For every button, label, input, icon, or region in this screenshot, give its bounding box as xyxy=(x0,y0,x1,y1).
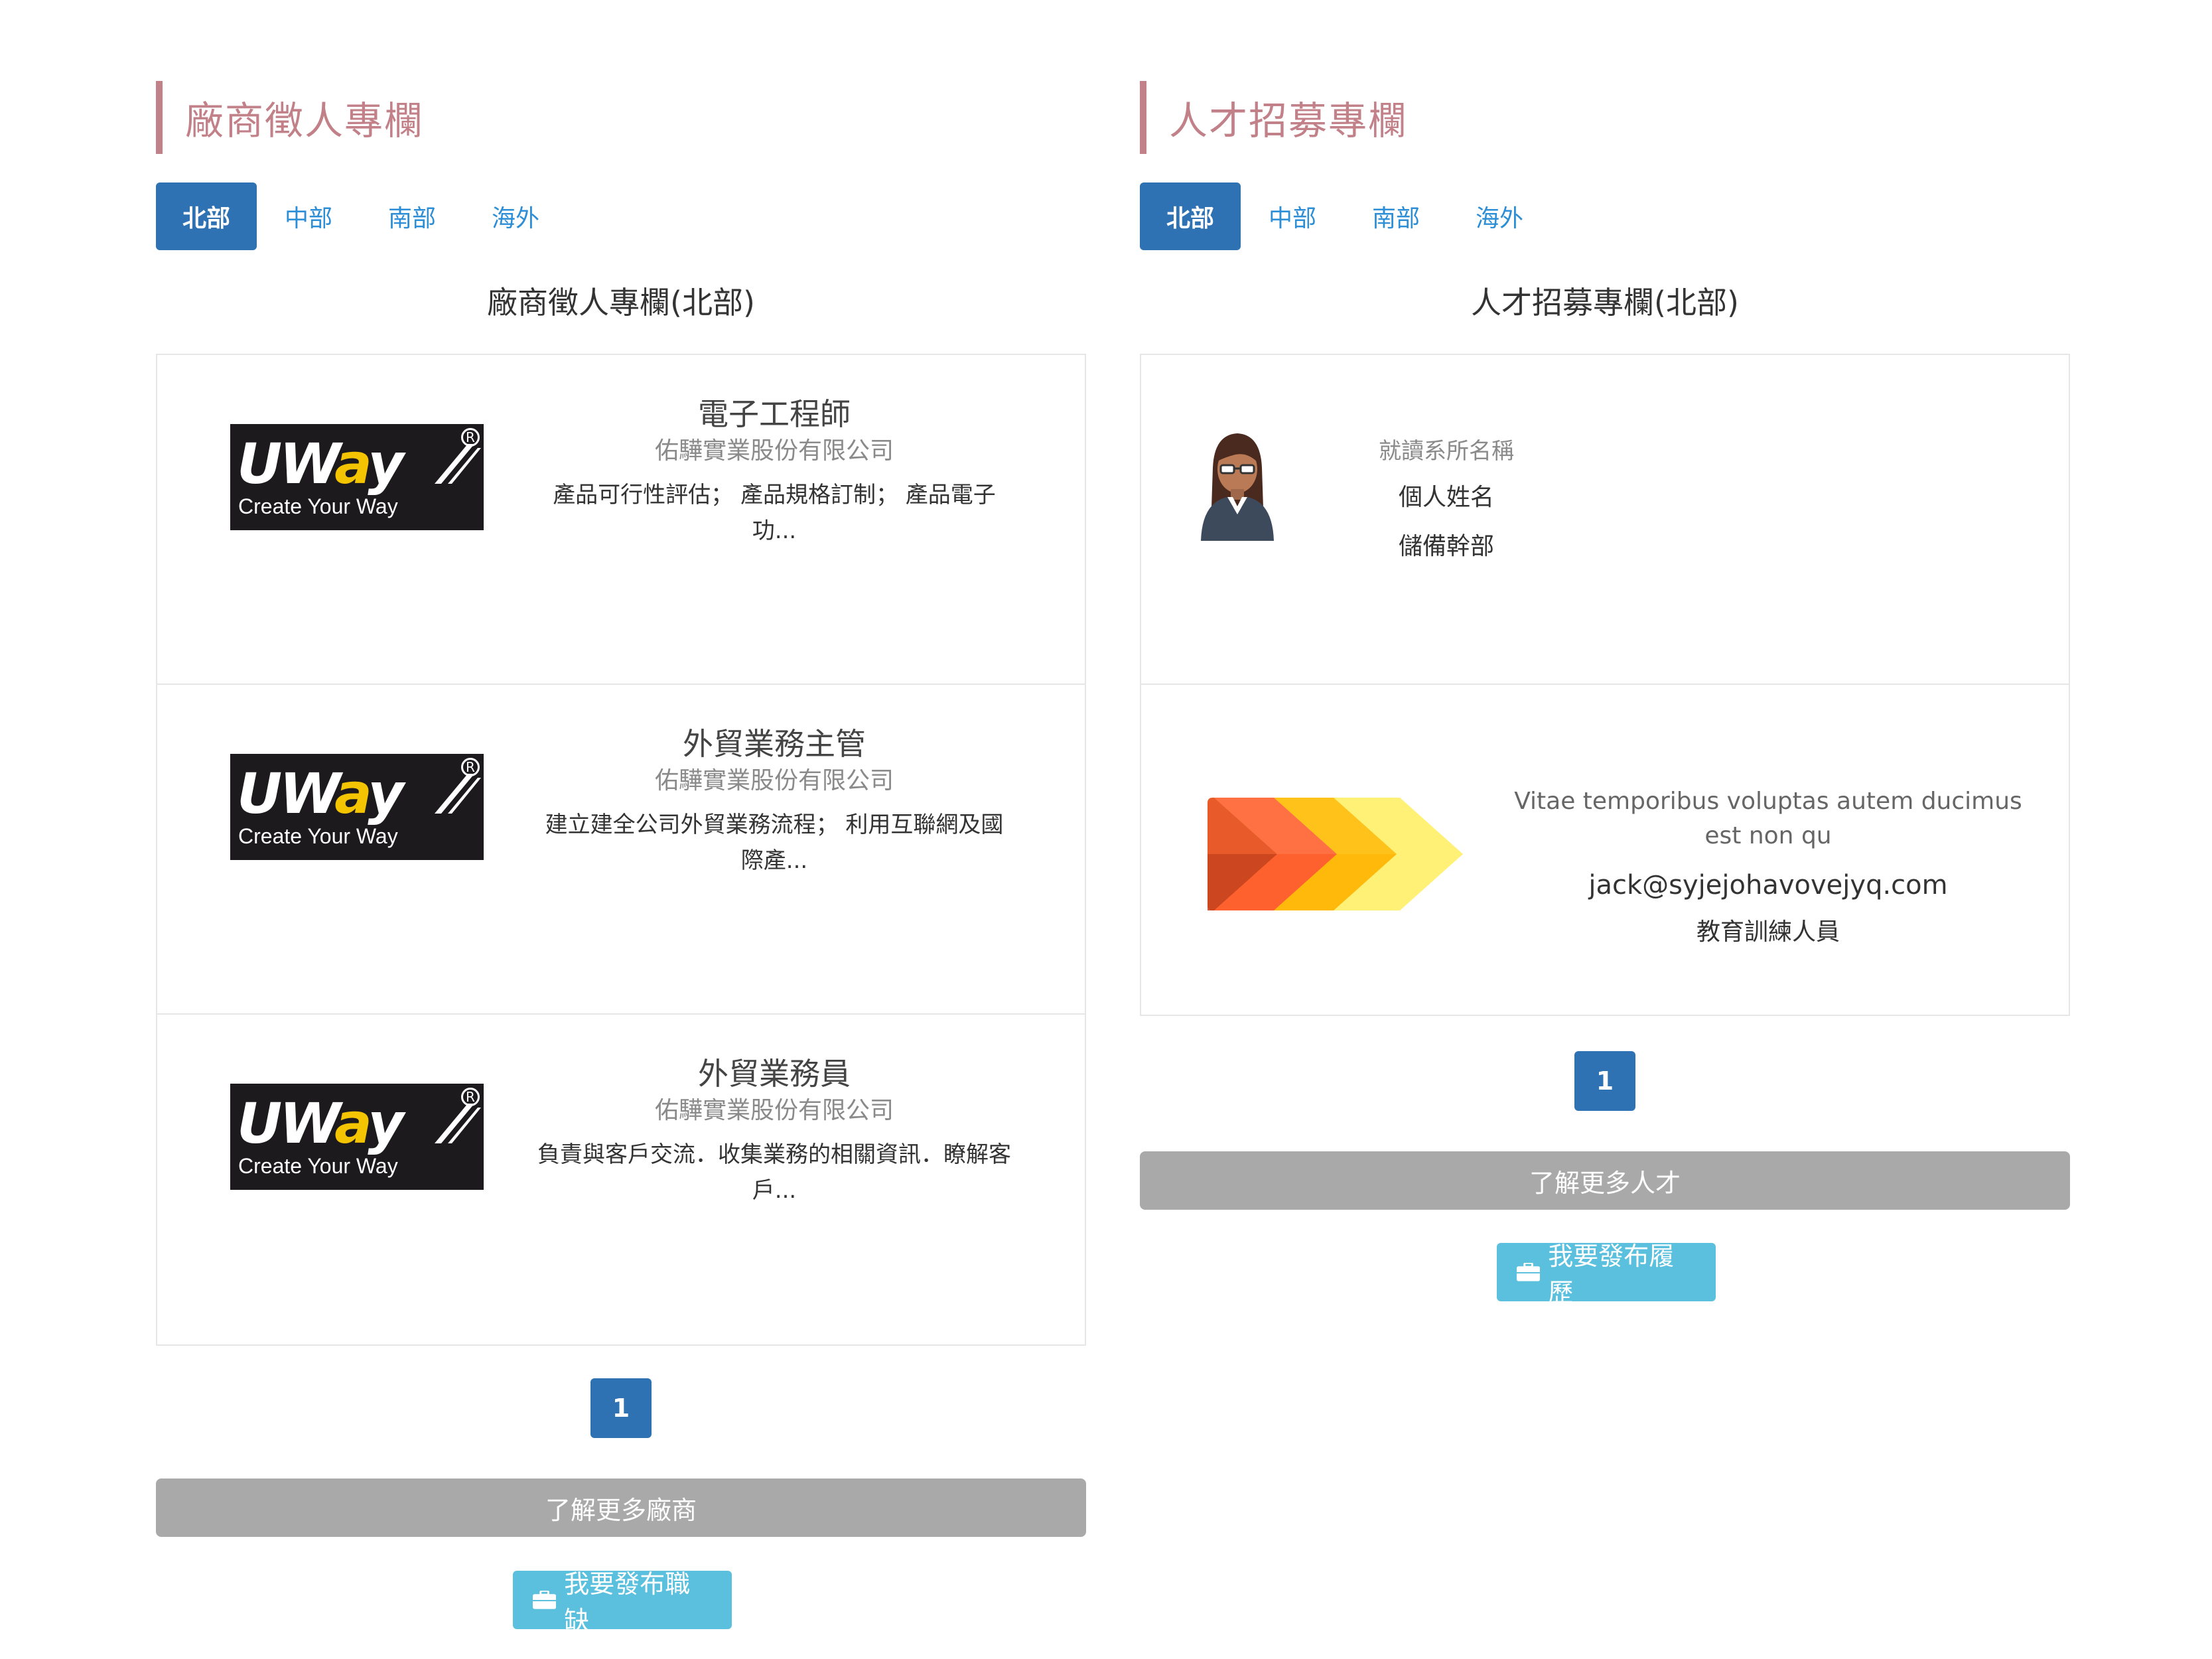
registered-icon: R xyxy=(461,428,480,447)
talent-department: 就讀系所名稱 xyxy=(1379,438,1514,465)
job-title[interactable]: 外貿業務主管 xyxy=(535,723,1013,764)
job-list: UWay R Create Your Way 電子工程師 佑驊實業股份有限公司 … xyxy=(156,354,1086,1346)
post-job-button[interactable]: 我要發布職缺 xyxy=(513,1569,732,1635)
talent-role: 教育訓練人員 xyxy=(1696,918,1840,946)
job-description: 建立建全公司外貿業務流程； 利用互聯網及國際產... xyxy=(545,812,1004,874)
talent-summary: Vitae temporibus voluptas autem ducimus … xyxy=(1514,788,2022,849)
more-talents-button[interactable]: 了解更多人才 xyxy=(1140,1151,2070,1210)
tab-overseas[interactable]: 海外 xyxy=(1448,182,1551,250)
job-info: 外貿業務主管 佑驊實業股份有限公司 建立建全公司外貿業務流程； 利用互聯網及國際… xyxy=(535,723,1013,879)
tab-central[interactable]: 中部 xyxy=(1241,182,1344,250)
briefcase-icon xyxy=(1517,1263,1541,1281)
talent-email[interactable]: jack@syjejohavovejyq.com xyxy=(1513,865,2024,905)
tab-north[interactable]: 北部 xyxy=(1140,182,1241,250)
talent-card[interactable]: 就讀系所名稱 個人姓名 儲備幹部 xyxy=(1141,355,2069,685)
job-description: 產品可行性評估； 產品規格訂制； 產品電子功... xyxy=(553,482,996,544)
tab-north[interactable]: 北部 xyxy=(156,182,257,250)
logo-tagline: Create Your Way xyxy=(238,1154,398,1178)
tab-overseas[interactable]: 海外 xyxy=(464,182,567,250)
logo-tagline: Create Your Way xyxy=(238,494,398,518)
job-info: 電子工程師 佑驊實業股份有限公司 產品可行性評估； 產品規格訂制； 產品電子功.… xyxy=(535,394,1013,549)
tab-central[interactable]: 中部 xyxy=(257,182,360,250)
job-card[interactable]: UWay R Create Your Way 外貿業務員 佑驊實業股份有限公司 … xyxy=(157,1015,1085,1344)
company-logo: UWay R Create Your Way xyxy=(230,424,484,530)
talent-region-tabs: 北部 中部 南部 海外 xyxy=(1140,182,1551,250)
talent-subtitle: 人才招募專欄(北部) xyxy=(1471,285,1739,321)
tab-south[interactable]: 南部 xyxy=(1344,182,1448,250)
logo-slash-icon xyxy=(435,1104,481,1143)
company-logo: UWay R Create Your Way xyxy=(230,1084,484,1190)
talent-list: 就讀系所名稱 個人姓名 儲備幹部 Vitae temporibus volupt… xyxy=(1140,354,2070,1016)
job-title[interactable]: 外貿業務員 xyxy=(535,1053,1013,1094)
employer-subtitle: 廠商徵人專欄(北部) xyxy=(487,285,755,321)
employer-page-1-button[interactable]: 1 xyxy=(590,1378,652,1438)
post-resume-button[interactable]: 我要發布履歷 xyxy=(1497,1242,1716,1307)
more-employers-button[interactable]: 了解更多廠商 xyxy=(156,1479,1086,1537)
employer-region-tabs: 北部 中部 南部 海外 xyxy=(156,182,567,250)
job-info: 外貿業務員 佑驊實業股份有限公司 負責與客戶交流．收集業務的相關資訊．瞭解客戶.… xyxy=(535,1053,1013,1208)
job-description: 負責與客戶交流．收集業務的相關資訊．瞭解客戶... xyxy=(537,1141,1011,1204)
registered-icon: R xyxy=(461,1088,480,1106)
woman-avatar-icon xyxy=(1201,433,1274,541)
employer-heading: 廠商徵人專欄 xyxy=(156,81,424,154)
post-resume-label: 我要發布履歷 xyxy=(1548,1242,1675,1307)
registered-icon: R xyxy=(461,758,480,776)
talent-info: 就讀系所名稱 個人姓名 儲備幹部 xyxy=(1347,435,1546,565)
chevron-arrows-icon xyxy=(1208,798,1463,910)
job-company: 佑驊實業股份有限公司 xyxy=(654,767,894,794)
logo-tagline: Create Your Way xyxy=(238,824,398,848)
talent-role: 儲備幹部 xyxy=(1398,533,1494,560)
talent-info: Vitae temporibus voluptas autem ducimus … xyxy=(1513,784,2024,950)
talent-card[interactable]: Vitae temporibus voluptas autem ducimus … xyxy=(1141,685,2069,1015)
job-card[interactable]: UWay R Create Your Way 外貿業務主管 佑驊實業股份有限公司… xyxy=(157,685,1085,1015)
company-logo: UWay R Create Your Way xyxy=(230,754,484,860)
talent-heading: 人才招募專欄 xyxy=(1140,81,1408,154)
job-card[interactable]: UWay R Create Your Way 電子工程師 佑驊實業股份有限公司 … xyxy=(157,355,1085,685)
job-company: 佑驊實業股份有限公司 xyxy=(654,1097,894,1124)
talent-name[interactable]: 個人姓名 xyxy=(1347,480,1546,516)
post-job-label: 我要發布職缺 xyxy=(564,1569,691,1635)
logo-slash-icon xyxy=(435,444,481,484)
briefcase-icon xyxy=(533,1591,557,1609)
job-company: 佑驊實業股份有限公司 xyxy=(654,437,894,465)
job-title[interactable]: 電子工程師 xyxy=(535,394,1013,435)
logo-slash-icon xyxy=(435,774,481,814)
tab-south[interactable]: 南部 xyxy=(360,182,464,250)
talent-page-1-button[interactable]: 1 xyxy=(1574,1051,1635,1111)
